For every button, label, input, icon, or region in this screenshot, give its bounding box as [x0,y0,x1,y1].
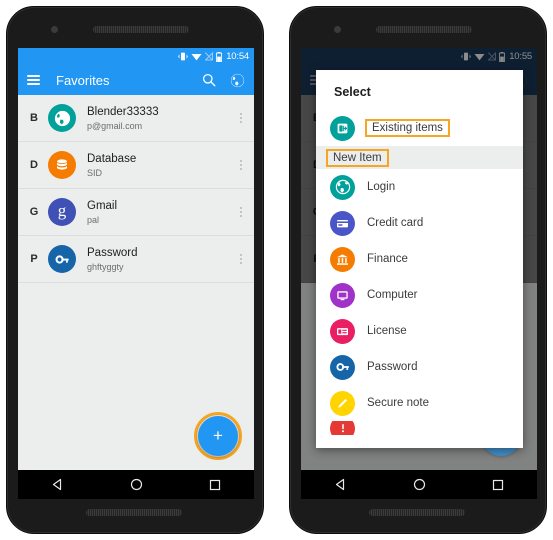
row-index-letter: G [29,206,39,218]
monitor-icon [330,282,355,308]
google-g-icon: g [48,198,76,226]
status-icons [178,51,223,62]
dialog-title: Select [334,85,371,99]
row-index-letter: P [30,253,38,265]
globe-icon [48,104,76,132]
dialog-section-header: New Item [316,146,523,169]
earpiece-speaker [93,26,189,33]
favorites-list: B Blender33333 p@gmail.com D Database SI… [18,95,254,283]
row-subtitle: ghftyggty [87,261,124,272]
key-icon [48,245,76,273]
overflow-menu-icon[interactable] [234,254,248,264]
battery-icon [216,51,223,62]
phone-device-right: 10:55 B D G P + [289,6,547,534]
menu-item-computer[interactable]: Computer [316,277,523,313]
row-title: Blender33333 [87,105,159,118]
globe-icon [330,174,355,200]
row-index-letter: D [30,159,38,171]
menu-item-finance[interactable]: Finance [316,241,523,277]
home-icon[interactable] [130,478,143,491]
phone1-nav-bar [18,470,254,499]
phone1-toolbar: Favorites [18,65,254,95]
row-subtitle: SID [87,167,103,178]
phone2-screen: 10:55 B D G P + [301,48,537,470]
pencil-icon [330,390,355,416]
bottom-speaker [86,509,182,516]
row-title: Password [87,246,138,259]
menu-item-label: Computer [367,289,418,301]
status-clock: 10:54 [226,51,249,62]
menu-item-label-highlighted: Existing items [365,119,450,137]
add-fab[interactable]: + [198,416,238,456]
row-subtitle: p@gmail.com [87,120,143,131]
menu-item-credit-card[interactable]: Credit card [316,205,523,241]
select-dialog: Select Existing items New Item Login Cre… [316,70,523,448]
wifi-icon [191,54,202,61]
menu-item-label: Secure note [367,397,430,409]
recents-icon[interactable] [492,479,504,491]
row-index-letter: B [30,112,38,124]
menu-item-label: Password [367,361,418,373]
phone2-nav-bar [301,470,537,499]
recents-icon[interactable] [209,479,221,491]
table-row[interactable]: B Blender33333 p@gmail.com [18,95,254,142]
menu-item-login[interactable]: Login [316,169,523,205]
phone-device-left: 10:54 Favorites B Blender33333 p@gmail.c… [6,6,264,534]
section-label-highlighted: New Item [326,148,389,167]
search-icon[interactable] [202,73,216,87]
front-camera-icon [51,26,58,33]
import-icon [330,115,355,141]
bottom-speaker [369,509,465,516]
table-row[interactable]: P Password ghftyggty [18,236,254,283]
overflow-menu-icon[interactable] [234,160,248,170]
back-icon[interactable] [51,478,64,491]
bank-icon [330,246,355,272]
menu-item-license[interactable]: License [316,313,523,349]
table-row[interactable]: G g Gmail pal [18,189,254,236]
table-row[interactable]: D Database SID [18,142,254,189]
overflow-menu-icon[interactable] [234,113,248,123]
row-text: Blender33333 p@gmail.com [87,105,234,132]
database-icon [48,151,76,179]
id-card-icon [330,318,355,344]
menu-item-secure-note[interactable]: Secure note [316,385,523,421]
menu-item-existing-items[interactable]: Existing items [316,110,523,146]
menu-item-label: Credit card [367,217,424,229]
row-text: Gmail pal [87,199,234,226]
screenshot-root: 10:54 Favorites B Blender33333 p@gmail.c… [0,0,553,540]
credit-card-icon [330,210,355,236]
toolbar-actions [202,73,245,88]
row-title: Gmail [87,199,118,212]
row-subtitle: pal [87,214,100,225]
phone1-screen: 10:54 Favorites B Blender33333 p@gmail.c… [18,48,254,470]
home-icon[interactable] [413,478,426,491]
menu-item-password[interactable]: Password [316,349,523,385]
signal-off-icon [205,52,214,61]
back-icon[interactable] [334,478,347,491]
phone1-status-bar: 10:54 [18,48,254,65]
earpiece-speaker [376,26,472,33]
hamburger-icon[interactable] [27,75,40,85]
menu-item-label: License [367,325,407,337]
alert-icon [330,421,355,435]
globe-icon[interactable] [230,73,245,88]
key-icon [330,354,355,380]
row-title: Database [87,152,137,165]
menu-item-label: Login [367,181,396,193]
row-text: Database SID [87,152,234,179]
overflow-menu-icon[interactable] [234,207,248,217]
page-title: Favorites [56,72,110,88]
front-camera-icon [334,26,341,33]
add-fab-container: + [194,412,242,460]
vibrate-icon [178,52,189,61]
menu-item-label: Finance [367,253,408,265]
menu-item-partial[interactable] [316,421,523,435]
row-text: Password ghftyggty [87,246,234,273]
